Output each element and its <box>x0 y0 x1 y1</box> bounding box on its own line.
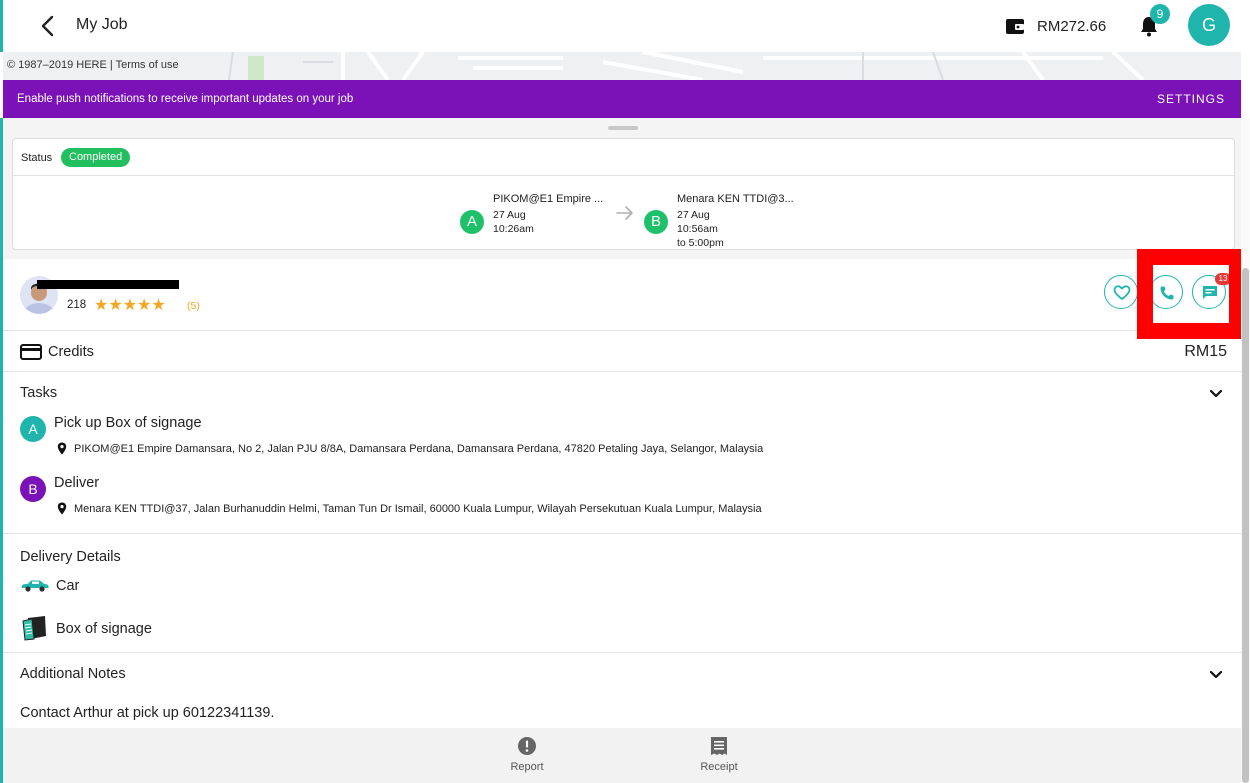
status-badge: Completed <box>61 148 131 167</box>
rating-stars: ★★★★★ <box>94 297 166 314</box>
chat-icon <box>1203 286 1217 299</box>
vehicle-type: Car <box>56 578 80 594</box>
tasks-section: Tasks A Pick up Box of signage PIKOM@E1 … <box>3 372 1241 534</box>
status-card: Status Completed A PIKOM@E1 Empire ... 2… <box>12 138 1235 250</box>
delivery-details-title: Delivery Details <box>20 549 121 565</box>
status-label: Status <box>21 152 53 164</box>
call-driver-button[interactable] <box>1149 275 1183 309</box>
phone-icon <box>1160 286 1174 300</box>
driver-row: 218 ★★★★★ (5) 13 <box>3 249 1245 339</box>
task-marker-a: A <box>20 416 46 442</box>
job-details: 218 ★★★★★ (5) 13 Credits RM15 Tasks A Pi… <box>3 249 1245 728</box>
task-title: Deliver <box>54 475 100 491</box>
stop-name: Menara KEN TTDI@3... <box>677 193 794 205</box>
wallet-icon <box>1005 16 1025 36</box>
task-marker-b: B <box>20 476 46 502</box>
credits-label: Credits <box>48 344 94 360</box>
driver-job-count: 218 <box>67 299 87 311</box>
heart-icon <box>1113 285 1131 300</box>
bottom-action-bar: Report Receipt <box>3 728 1241 783</box>
chevron-left-icon <box>41 15 54 37</box>
stop-date: 27 Aug <box>677 209 710 221</box>
redacted-driver-name <box>37 280 179 289</box>
credits-row: Credits RM15 <box>3 331 1241 372</box>
stop-name: PIKOM@E1 Empire ... <box>493 193 604 205</box>
arrow-right-icon <box>616 206 633 220</box>
map-pin-icon <box>57 442 67 455</box>
task-address: Menara KEN TTDI@37, Jalan Burhanuddin He… <box>74 503 762 515</box>
stop-marker-a: A <box>460 210 484 234</box>
scrollbar-thumb[interactable] <box>1242 268 1249 783</box>
stop-time-end: to 5:00pm <box>677 237 724 249</box>
task-address: PIKOM@E1 Empire Damansara, No 2, Jalan P… <box>74 443 764 455</box>
credit-card-icon <box>20 344 42 360</box>
car-icon <box>22 580 49 592</box>
alert-icon <box>518 737 536 755</box>
chat-unread-badge: 13 <box>1215 273 1231 285</box>
status-row: Status Completed <box>13 139 1234 176</box>
receipt-button[interactable]: Receipt <box>689 736 749 773</box>
delivery-details-section: Delivery Details Car Box of signage <box>3 534 1241 653</box>
box-icon <box>22 616 46 641</box>
job-detail-panel: Status Completed A PIKOM@E1 Empire ... 2… <box>0 118 1245 783</box>
receipt-icon <box>711 737 727 755</box>
banner-settings-button[interactable]: SETTINGS <box>1157 92 1225 106</box>
route-stop-pickup: A PIKOM@E1 Empire ... 27 Aug 10:26am <box>460 184 620 249</box>
drag-handle[interactable] <box>608 126 638 130</box>
user-avatar[interactable]: G <box>1188 4 1230 46</box>
stop-date: 27 Aug <box>493 209 526 221</box>
back-button[interactable] <box>37 14 59 38</box>
map-pin-icon <box>57 502 67 515</box>
rating-count: (5) <box>187 300 200 312</box>
push-notification-banner: Enable push notifications to receive imp… <box>3 80 1241 118</box>
wallet-balance[interactable]: RM272.66 <box>1037 18 1106 35</box>
stop-marker-b: B <box>644 210 668 234</box>
credits-value: RM15 <box>1184 343 1227 360</box>
map-view[interactable]: © 1987–2019 HERE | Terms of use <box>3 52 1241 80</box>
notes-text: Contact Arthur at pick up 60122341139. <box>20 705 275 721</box>
map-copyright[interactable]: © 1987–2019 HERE | Terms of use <box>7 59 179 71</box>
report-label: Report <box>510 761 544 773</box>
page-title: My Job <box>76 16 128 33</box>
route-stop-dropoff: B Menara KEN TTDI@3... 27 Aug 10:56am to… <box>644 184 814 249</box>
banner-message: Enable push notifications to receive imp… <box>17 93 354 105</box>
stop-time: 10:56am <box>677 223 718 235</box>
chevron-down-icon[interactable] <box>1209 670 1223 680</box>
app-header: My Job RM272.66 9 G <box>0 0 1250 52</box>
stop-time: 10:26am <box>493 223 534 235</box>
additional-notes-section: Additional Notes Contact Arthur at pick … <box>3 653 1241 728</box>
receipt-label: Receipt <box>700 761 738 773</box>
favorite-driver-button[interactable] <box>1104 275 1138 309</box>
notification-count-badge: 9 <box>1150 4 1170 24</box>
report-button[interactable]: Report <box>497 736 557 773</box>
notes-title: Additional Notes <box>20 666 126 682</box>
tasks-title: Tasks <box>20 385 58 401</box>
chevron-down-icon[interactable] <box>1209 389 1223 399</box>
task-title: Pick up Box of signage <box>54 415 202 431</box>
item-type: Box of signage <box>56 621 152 637</box>
